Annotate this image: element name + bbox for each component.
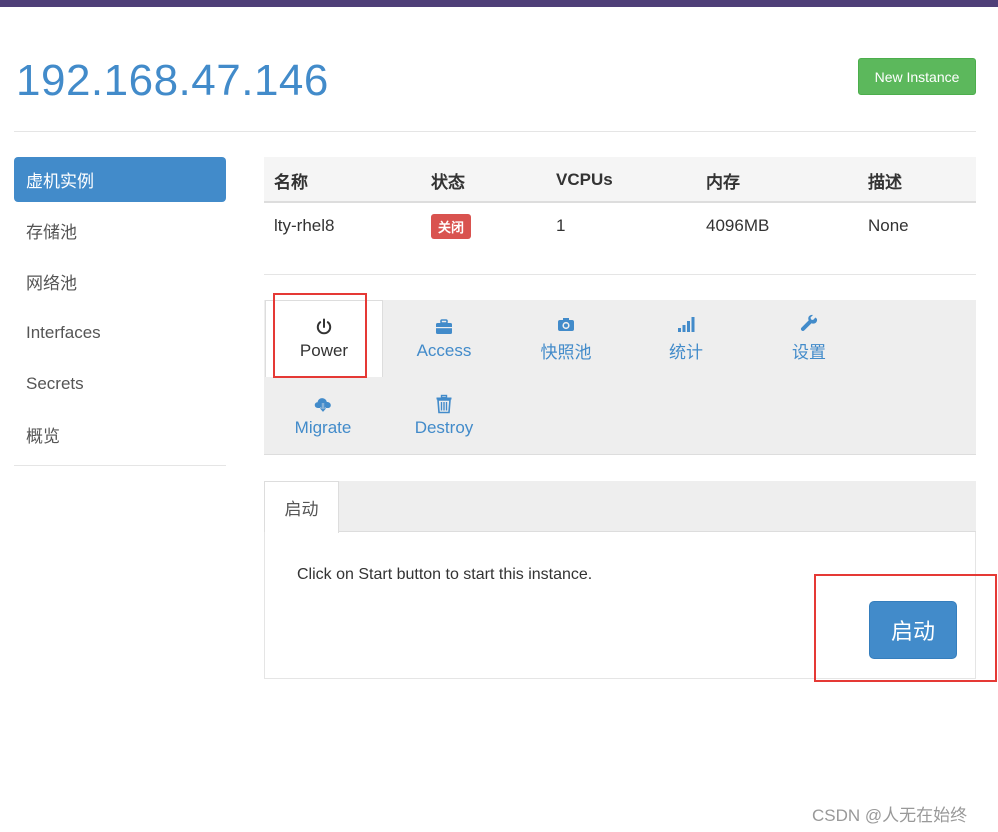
tab-migrate[interactable]: Migrate	[264, 377, 382, 454]
tab-destroy-label: Destroy	[414, 417, 474, 437]
tab-access[interactable]: Access	[385, 300, 503, 377]
sidebar-divider	[14, 465, 226, 466]
column-header-status: 状态	[431, 172, 465, 192]
sidebar-item-overview[interactable]: 概览	[14, 409, 226, 460]
column-header-vcpus: VCPUs	[556, 170, 613, 189]
column-header-memory: 内存	[706, 172, 740, 192]
trash-icon	[436, 394, 452, 413]
memory-cell: 4096MB	[706, 216, 770, 235]
status-cell: 关闭	[431, 203, 472, 249]
tab-snapshots-label: 快照池	[540, 343, 592, 362]
header-divider	[14, 131, 976, 132]
wrench-icon	[800, 314, 818, 331]
tab-settings-label: 设置	[792, 343, 826, 362]
highlight-box-power	[273, 293, 367, 378]
cloud-download-icon	[314, 397, 331, 413]
page-title: 192.168.47.146	[16, 56, 329, 105]
new-instance-button[interactable]: New Instance	[858, 58, 976, 95]
sidebar: 虚机实例 存储池 网络池 Interfaces Secrets 概览	[14, 157, 226, 460]
sidebar-item-instances[interactable]: 虚机实例	[14, 157, 226, 202]
instance-action-tabs: Power Access 快照池 统计 设置 Migrate Destroy	[264, 300, 976, 455]
instance-name[interactable]: lty-rhel8	[274, 203, 334, 249]
subtab-start[interactable]: 启动	[264, 481, 339, 533]
power-subtabs: 启动	[264, 481, 976, 533]
vcpus-cell: 1	[556, 216, 566, 235]
tab-settings[interactable]: 设置	[750, 300, 868, 377]
column-header-name: 名称	[274, 172, 308, 192]
tab-snapshots[interactable]: 快照池	[507, 300, 625, 377]
tab-stats[interactable]: 统计	[627, 300, 745, 377]
sidebar-item-interfaces[interactable]: Interfaces	[14, 307, 226, 358]
status-badge: 关闭	[431, 213, 472, 239]
sidebar-item-secrets[interactable]: Secrets	[14, 358, 226, 409]
tab-stats-label: 统计	[669, 343, 703, 362]
camera-icon	[558, 318, 574, 331]
tab-migrate-label: Migrate	[294, 417, 352, 437]
instance-table: 名称 状态 VCPUs 内存 描述 lty-rhel8 关闭 1 4096MB …	[264, 157, 976, 249]
top-bar	[0, 0, 998, 7]
sidebar-item-storage[interactable]: 存储池	[14, 205, 226, 256]
tab-access-label: Access	[416, 340, 472, 360]
signal-bars-icon	[678, 317, 695, 332]
table-row: lty-rhel8 关闭 1 4096MB None	[264, 203, 976, 249]
sidebar-item-networks[interactable]: 网络池	[14, 256, 226, 307]
power-panel-message: Click on Start button to start this inst…	[297, 566, 593, 583]
table-header: 名称 状态 VCPUs 内存 描述	[264, 157, 976, 203]
watermark: CSDN @人无在始终	[812, 806, 968, 825]
highlight-box-start	[814, 574, 997, 682]
tab-destroy[interactable]: Destroy	[385, 377, 503, 454]
description-cell: None	[868, 216, 909, 235]
briefcase-icon	[436, 318, 452, 334]
table-divider	[264, 274, 976, 275]
column-header-description: 描述	[868, 172, 902, 192]
